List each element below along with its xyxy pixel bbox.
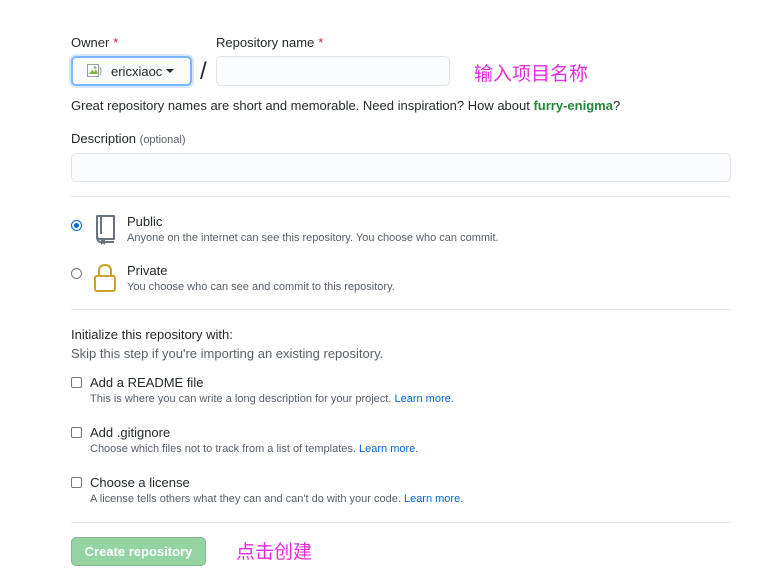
- name-suggestion[interactable]: furry-enigma: [533, 98, 612, 113]
- required-mark: *: [113, 35, 119, 50]
- chevron-down-icon: [166, 69, 175, 73]
- license-note: A license tells others what they can and…: [90, 493, 464, 505]
- owner-label: Owner *: [71, 35, 119, 50]
- readme-note: This is where you can write a long descr…: [90, 393, 454, 405]
- public-title: Public: [127, 214, 163, 229]
- optional-tag: (optional): [139, 134, 186, 146]
- private-radio[interactable]: [71, 268, 82, 279]
- init-subheading: Skip this step if you're importing an ex…: [71, 346, 384, 361]
- description-label: Description (optional): [71, 131, 186, 146]
- private-title: Private: [127, 263, 168, 278]
- license-title: Choose a license: [90, 475, 190, 490]
- repo-book-icon: [92, 214, 118, 251]
- repo-name-input[interactable]: [216, 56, 450, 86]
- learn-more-link[interactable]: Learn more.: [394, 393, 453, 405]
- public-radio[interactable]: [71, 220, 82, 231]
- public-note: Anyone on the internet can see this repo…: [127, 232, 499, 244]
- required-mark: *: [318, 35, 324, 50]
- divider: [71, 309, 731, 310]
- init-heading: Initialize this repository with:: [71, 327, 233, 342]
- learn-more-link[interactable]: Learn more.: [404, 493, 463, 505]
- learn-more-link[interactable]: Learn more.: [359, 443, 418, 455]
- owner-username: ericxiaoc: [111, 63, 163, 79]
- divider: [71, 522, 731, 523]
- license-checkbox[interactable]: [71, 477, 82, 488]
- avatar: [87, 64, 103, 78]
- annotation-create-hint: 点击创建: [236, 541, 313, 563]
- annotation-name-hint: 输入项目名称: [474, 63, 589, 85]
- lock-icon: [92, 262, 118, 299]
- private-note: You choose who can see and commit to thi…: [127, 281, 395, 293]
- description-input[interactable]: [71, 153, 731, 182]
- gitignore-note: Choose which files not to track from a l…: [90, 443, 419, 455]
- gitignore-title: Add .gitignore: [90, 425, 171, 440]
- readme-title: Add a README file: [90, 375, 204, 390]
- repo-name-hint: Great repository names are short and mem…: [71, 98, 621, 113]
- create-repository-button[interactable]: Create repository: [71, 537, 206, 566]
- repo-name-label: Repository name *: [216, 35, 324, 50]
- owner-repo-separator: /: [200, 58, 207, 85]
- divider: [71, 196, 731, 197]
- owner-dropdown[interactable]: ericxiaoc: [71, 56, 192, 86]
- gitignore-checkbox[interactable]: [71, 427, 82, 438]
- readme-checkbox[interactable]: [71, 377, 82, 388]
